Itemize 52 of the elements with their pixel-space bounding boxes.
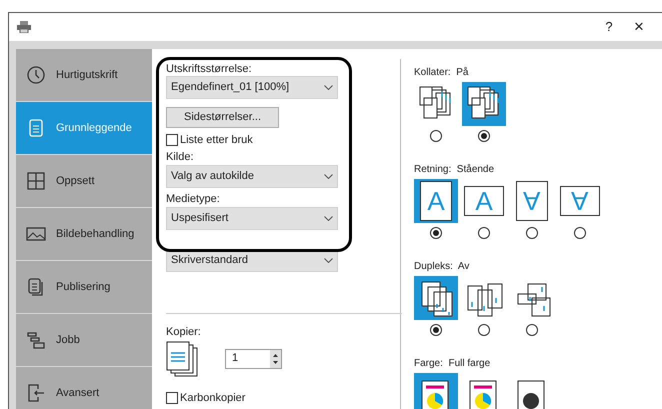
group-label: Dupleks: Av bbox=[413, 260, 470, 274]
chevron-down-icon bbox=[324, 85, 333, 90]
group-label: Farge: Full farge bbox=[413, 357, 492, 371]
close-button[interactable]: × bbox=[624, 14, 654, 40]
radio-button[interactable] bbox=[526, 324, 538, 336]
clock-icon bbox=[26, 65, 46, 85]
checkbox[interactable] bbox=[166, 134, 178, 146]
page-letter: A bbox=[475, 188, 493, 214]
copies-spinner[interactable]: 1 bbox=[225, 348, 282, 368]
radio-button[interactable] bbox=[478, 130, 490, 142]
field-label: Utskriftsstørrelse: bbox=[166, 62, 253, 76]
duplex-option[interactable] bbox=[414, 276, 458, 320]
dropdown[interactable]: Egendefinert_01 [100%] bbox=[166, 76, 338, 99]
radio-button[interactable] bbox=[478, 324, 490, 336]
group-label: Kollater: På bbox=[413, 66, 470, 80]
field-label: Kilde: bbox=[166, 150, 195, 164]
radio-button[interactable] bbox=[430, 130, 442, 142]
sidebar-item[interactable]: Jobb bbox=[16, 314, 152, 366]
dropdown[interactable]: Valg av autokilde bbox=[166, 164, 338, 188]
sidebar-item[interactable]: Hurtigutskrift bbox=[16, 49, 152, 101]
dropdown[interactable]: Uspesifisert bbox=[166, 206, 338, 230]
radio-button[interactable] bbox=[574, 227, 586, 239]
sidebar-item[interactable]: Publisering bbox=[16, 261, 152, 313]
sidebar-item[interactable]: Oppsett bbox=[16, 155, 152, 207]
help-button[interactable]: ? bbox=[594, 17, 624, 37]
grid-icon bbox=[26, 171, 46, 191]
chevron-down-icon bbox=[324, 258, 333, 262]
exit-icon bbox=[26, 383, 46, 403]
radio-button[interactable] bbox=[478, 227, 490, 239]
radio-button[interactable] bbox=[526, 227, 538, 239]
printer-icon bbox=[17, 21, 31, 33]
checkbox[interactable] bbox=[166, 392, 178, 404]
color-option[interactable] bbox=[414, 373, 458, 409]
trays-icon bbox=[26, 330, 46, 350]
collate-option[interactable] bbox=[462, 82, 506, 126]
up-down-arrows-icon bbox=[270, 350, 281, 368]
page-letter: A bbox=[571, 188, 589, 214]
radio-button[interactable] bbox=[430, 227, 442, 239]
page-sizes-button[interactable]: Sidestørrelser... bbox=[166, 107, 279, 128]
checkbox-label: Karbonkopier bbox=[180, 390, 246, 406]
copies-icon bbox=[166, 340, 200, 376]
sidebar-item[interactable]: Avansert bbox=[16, 367, 152, 409]
chevron-down-icon bbox=[324, 216, 333, 220]
page-letter: A bbox=[523, 188, 541, 214]
chevron-down-icon bbox=[324, 174, 333, 178]
checkbox-label: Liste etter bruk bbox=[180, 133, 253, 148]
field-label: Kopier: bbox=[166, 324, 202, 338]
sidebar-item[interactable]: Bildebehandling bbox=[16, 208, 152, 260]
field-label: Medietype: bbox=[166, 192, 221, 206]
radio-button[interactable] bbox=[430, 324, 442, 336]
page-letter: A bbox=[427, 188, 445, 214]
group-label: Retning: Stående bbox=[413, 163, 496, 177]
